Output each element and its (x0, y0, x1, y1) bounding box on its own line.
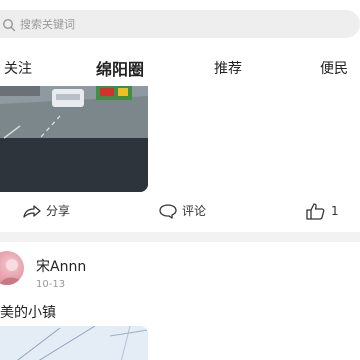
search-placeholder[interactable]: 搜索关键词 (20, 16, 75, 32)
share-label: 分享 (46, 204, 71, 218)
sky-photo (0, 326, 148, 360)
tab-recommend[interactable]: 推荐 (214, 58, 242, 78)
comment-button[interactable]: 评论 (158, 202, 206, 219)
avatar[interactable] (0, 251, 24, 285)
tab-mianyang-circle[interactable]: 绵阳圈 (96, 56, 144, 80)
avatar-image (0, 259, 24, 285)
search-area: 搜索关键词 (0, 0, 360, 48)
comment-label: 评论 (182, 204, 207, 218)
share-button[interactable]: 分享 (22, 202, 70, 219)
section-divider (0, 232, 360, 242)
road-photo (0, 86, 148, 192)
search-bar[interactable]: 搜索关键词 (0, 10, 360, 38)
tab-convenience[interactable]: 便民 (320, 58, 348, 78)
thumbs-up-icon (306, 203, 325, 220)
like-button[interactable]: 1 (305, 202, 339, 220)
comment-icon (159, 203, 177, 219)
post-image[interactable] (0, 86, 148, 192)
like-count: 1 (331, 204, 339, 218)
post-date: 10-13 (36, 279, 66, 290)
post-image[interactable] (0, 326, 148, 360)
search-icon (2, 17, 16, 32)
post-actions: 分享 评论 1 (0, 196, 360, 226)
share-icon (23, 204, 41, 218)
tab-following[interactable]: 关注 (4, 58, 32, 78)
tab-bar: 关注 绵阳圈 推荐 便民 (0, 50, 360, 86)
user-name[interactable]: 宋Annn (36, 256, 86, 276)
post-text[interactable]: 美的小镇 (0, 302, 56, 322)
